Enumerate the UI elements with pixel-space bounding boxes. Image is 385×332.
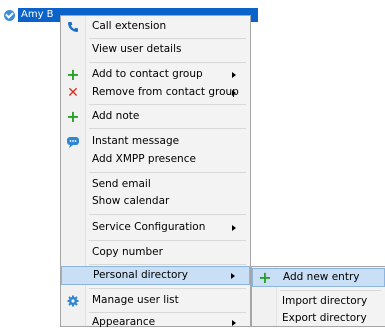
submenu-item-label: Import directory [282, 295, 368, 307]
menu-item-label: Remove from contact group [92, 86, 239, 98]
x-icon: ✕ [67, 85, 79, 101]
menu-item-call-extension[interactable]: Call extension [61, 18, 250, 36]
menu-separator [89, 312, 246, 313]
menu-separator [89, 214, 246, 215]
menu-item-label: Service Configuration [92, 221, 206, 233]
submenu-item-add-new-entry[interactable]: + Add new entry [252, 268, 385, 287]
chat-icon [65, 134, 81, 150]
menu-item-personal-directory[interactable]: Personal directory [61, 266, 250, 285]
plus-icon: + [258, 268, 272, 287]
submenu-arrow-icon [232, 72, 236, 78]
menu-item-manage-user-list[interactable]: Manage user list [61, 292, 250, 310]
menu-separator [89, 38, 246, 39]
menu-item-label: Copy number [92, 246, 163, 258]
presence-available-icon [4, 9, 15, 21]
menu-item-copy-number[interactable]: Copy number [61, 244, 250, 262]
menu-separator [89, 240, 246, 241]
submenu-item-label: Export directory [282, 312, 367, 324]
menu-separator [89, 62, 246, 63]
menu-item-label: Add to contact group [92, 68, 203, 80]
menu-separator [89, 104, 246, 105]
menu-item-label: Add note [92, 110, 140, 122]
context-menu: Call extension View user details + Add t… [60, 15, 251, 328]
plus-icon: + [66, 65, 80, 84]
submenu-arrow-icon [232, 320, 236, 326]
menu-item-label: Show calendar [92, 195, 170, 207]
plus-icon: + [66, 107, 80, 126]
menu-item-view-user-details[interactable]: View user details [61, 41, 250, 59]
menu-item-label: Send email [92, 178, 151, 190]
menu-item-service-configuration[interactable]: Service Configuration [61, 219, 250, 237]
menu-item-add-note[interactable]: + Add note [61, 108, 250, 126]
menu-separator [280, 290, 381, 291]
menu-item-label: Manage user list [92, 294, 179, 306]
submenu-arrow-icon [232, 90, 236, 96]
menu-item-label: Instant message [92, 135, 180, 147]
menu-separator [89, 264, 246, 265]
menu-item-appearance[interactable]: Appearance [61, 314, 250, 332]
menu-item-label: Appearance [92, 316, 156, 328]
submenu-item-export-directory[interactable]: Export directory [252, 310, 385, 328]
submenu-item-label: Add new entry [283, 271, 360, 283]
menu-item-label: Personal directory [93, 269, 188, 281]
menu-separator [89, 128, 246, 129]
menu-item-add-xmpp-presence[interactable]: Add XMPP presence [61, 151, 250, 169]
personal-directory-submenu: + Add new entry Import directory Export … [251, 266, 385, 327]
submenu-arrow-icon [231, 273, 235, 279]
menu-item-add-to-contact-group[interactable]: + Add to contact group [61, 66, 250, 84]
gear-icon [65, 293, 81, 309]
menu-item-send-email[interactable]: Send email [61, 176, 250, 194]
menu-separator [89, 288, 246, 289]
submenu-arrow-icon [232, 225, 236, 231]
menu-separator [89, 172, 246, 173]
menu-item-show-calendar[interactable]: Show calendar [61, 193, 250, 211]
menu-item-label: Add XMPP presence [92, 153, 196, 165]
menu-item-remove-from-contact-group[interactable]: ✕ Remove from contact group [61, 84, 250, 102]
menu-item-label: View user details [92, 43, 182, 55]
phone-icon [65, 19, 81, 35]
menu-item-instant-message[interactable]: Instant message [61, 133, 250, 151]
submenu-item-import-directory[interactable]: Import directory [252, 293, 385, 311]
menu-item-label: Call extension [92, 20, 167, 32]
